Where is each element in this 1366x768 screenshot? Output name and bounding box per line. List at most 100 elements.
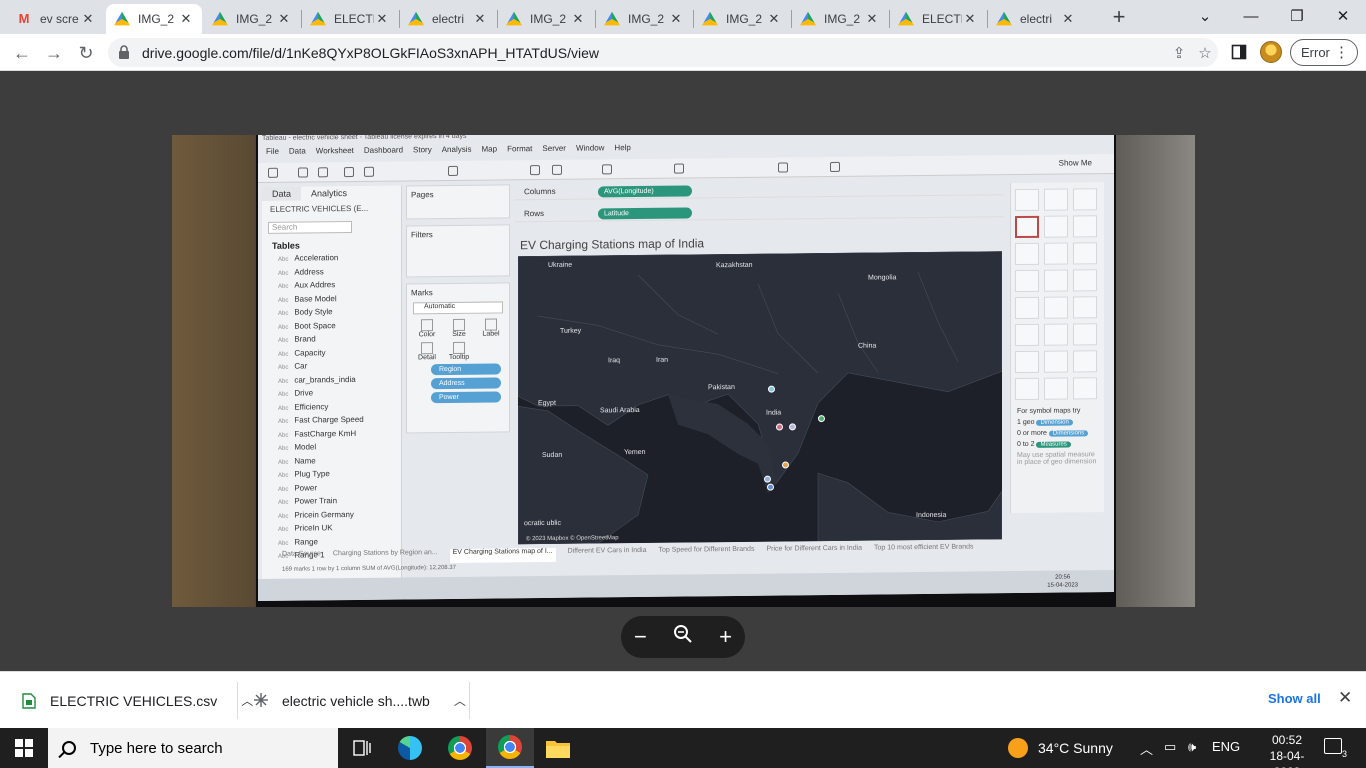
field-item[interactable]: Abc Fast Charge Speed [262,415,401,430]
browser-tab[interactable]: IMG_2 ✕ [792,4,888,34]
close-tab-icon[interactable]: ✕ [178,11,194,27]
redo-icon[interactable] [318,167,328,178]
show-all-link[interactable]: Show all [1268,691,1321,706]
marks-color-button[interactable]: Color [415,319,439,338]
map-point[interactable] [776,423,783,431]
close-downloads-icon[interactable]: ✕ [1338,688,1352,708]
chart-type-option[interactable] [1015,350,1039,374]
chart-type-option[interactable] [1073,188,1097,211]
address-bar[interactable]: drive.google.com/file/d/1nKe8QYxP8OLGkFI… [108,38,1218,67]
columns-shelf[interactable]: Columns AVG(Longitude) [514,179,1004,201]
field-item[interactable]: Abc Acceleration [262,253,401,268]
chart-type-option[interactable] [1015,188,1039,212]
sheet-tab[interactable]: Price for Different Cars in India [766,545,862,560]
browser-tab[interactable]: IMG_2 ✕ [204,4,300,34]
side-panel-icon[interactable] [1228,41,1250,63]
marks-pill[interactable]: Region [431,363,501,376]
field-item[interactable]: Abc Boot Space [262,320,401,335]
download-item-csv[interactable]: ELECTRIC VEHICLES.csv ︿ [22,672,253,729]
chrome-profile-icon[interactable] [486,728,534,768]
tableau-menu-item[interactable]: Format [507,144,532,158]
field-item[interactable]: Abc FastCharge KmH [262,428,401,443]
browser-tab[interactable]: IMG_2 ✕ [694,4,790,34]
marks-pill[interactable]: Power [431,391,501,404]
close-tab-icon[interactable]: ✕ [766,11,782,27]
close-tab-icon[interactable]: ✕ [80,11,96,27]
rows-pill[interactable]: Latitude [598,207,692,220]
minimize-button[interactable]: — [1228,0,1274,32]
reload-button[interactable]: ↻ [72,39,100,67]
sheet-tab[interactable]: Data Source [282,550,321,564]
taskbar-search-box[interactable]: Type here to search [48,728,338,768]
map-point[interactable] [782,461,789,469]
browser-tab[interactable]: ELECTI ✕ [302,4,398,34]
back-button[interactable]: ← [8,39,36,67]
language-indicator[interactable]: ENG [1212,739,1240,754]
analytics-tab[interactable]: Analytics [301,186,357,201]
close-tab-icon[interactable]: ✕ [276,11,292,27]
chart-type-option[interactable] [1044,269,1068,292]
field-item[interactable]: Abc Capacity [262,347,401,362]
fit-selector[interactable] [674,163,684,174]
sheet-tab[interactable]: Different EV Cars in India [568,547,647,562]
tableau-menu-item[interactable]: Worksheet [316,146,354,160]
volume-icon[interactable]: 🕪 [1188,739,1196,755]
close-tab-icon[interactable]: ✕ [1060,11,1076,27]
field-item[interactable]: Abc Drive [262,388,401,403]
field-item[interactable]: Abc Car [262,361,401,376]
zoom-reset-button[interactable] [673,624,693,650]
sheet-tab[interactable]: Top 10 most efficient EV Brands [874,544,973,559]
download-item-twb[interactable]: electric vehicle sh....twb ︿ [254,672,466,729]
map-point[interactable] [768,385,775,393]
field-item[interactable]: Abc Brand [262,334,401,349]
field-search-input[interactable]: Search [268,221,352,234]
swap-icon[interactable] [530,165,540,176]
ev-map[interactable]: Ukraine Kazakhstan Mongolia Turkey Iraq Iran C… [518,251,1002,545]
chart-type-option[interactable] [1044,350,1068,373]
tableau-menu-item[interactable]: Server [542,144,566,158]
chevron-up-icon[interactable]: ︿ [1140,739,1153,758]
field-item[interactable]: Abc Plug Type [262,469,401,484]
sort-ascending-icon[interactable] [552,164,562,175]
close-window-button[interactable]: ✕ [1320,0,1366,32]
system-clock[interactable]: 00:52 18-04-2023 [1262,732,1312,768]
new-datasource-icon[interactable] [364,166,374,177]
tableau-menu-item[interactable]: File [266,147,279,161]
browser-tab[interactable]: Mev scre ✕ [8,4,104,34]
tableau-menu-item[interactable]: Story [413,145,432,159]
highlight-icon[interactable] [602,164,612,175]
close-tab-icon[interactable]: ✕ [668,11,684,27]
chart-type-option[interactable] [1073,350,1097,373]
close-tab-icon[interactable]: ✕ [570,11,586,27]
chart-type-option[interactable] [1015,269,1039,293]
browser-tab[interactable]: ELECTI ✕ [890,4,986,34]
browser-tab[interactable]: electri ✕ [400,4,496,34]
field-item[interactable]: Abc Range [262,536,401,551]
browser-tab[interactable]: IMG_2 ✕ [596,4,692,34]
tableau-menu-item[interactable]: Help [614,143,630,157]
profile-avatar[interactable] [1260,41,1282,63]
notification-icon[interactable]: 3 [1324,738,1347,759]
field-item[interactable]: Abc Power Train [262,496,401,511]
battery-icon[interactable]: ▭ [1164,739,1176,755]
chrome-icon[interactable] [436,728,484,768]
show-me-button[interactable]: Show Me [1059,158,1092,167]
map-point[interactable] [789,423,796,431]
restore-button[interactable]: ❐ [1274,0,1320,32]
field-item[interactable]: Abc Power [262,482,401,497]
tableau-menu-item[interactable]: Dashboard [364,145,403,159]
marks-pill[interactable]: Address [431,377,501,390]
undo-icon[interactable] [298,167,308,178]
map-point[interactable] [764,475,771,483]
chart-type-option[interactable] [1073,215,1097,238]
field-item[interactable]: Abc Efficiency [262,401,401,416]
edge-icon[interactable] [386,728,434,768]
windows-start-button[interactable] [0,728,48,768]
tableau-logo-icon[interactable] [268,167,278,178]
chart-type-option[interactable] [1044,323,1068,346]
chart-type-option[interactable] [1015,377,1039,401]
new-worksheet-icon[interactable] [448,165,458,177]
field-item[interactable]: Abc Base Model [262,293,401,308]
chart-type-option[interactable] [1044,215,1068,238]
columns-pill[interactable]: AVG(Longitude) [598,185,692,198]
